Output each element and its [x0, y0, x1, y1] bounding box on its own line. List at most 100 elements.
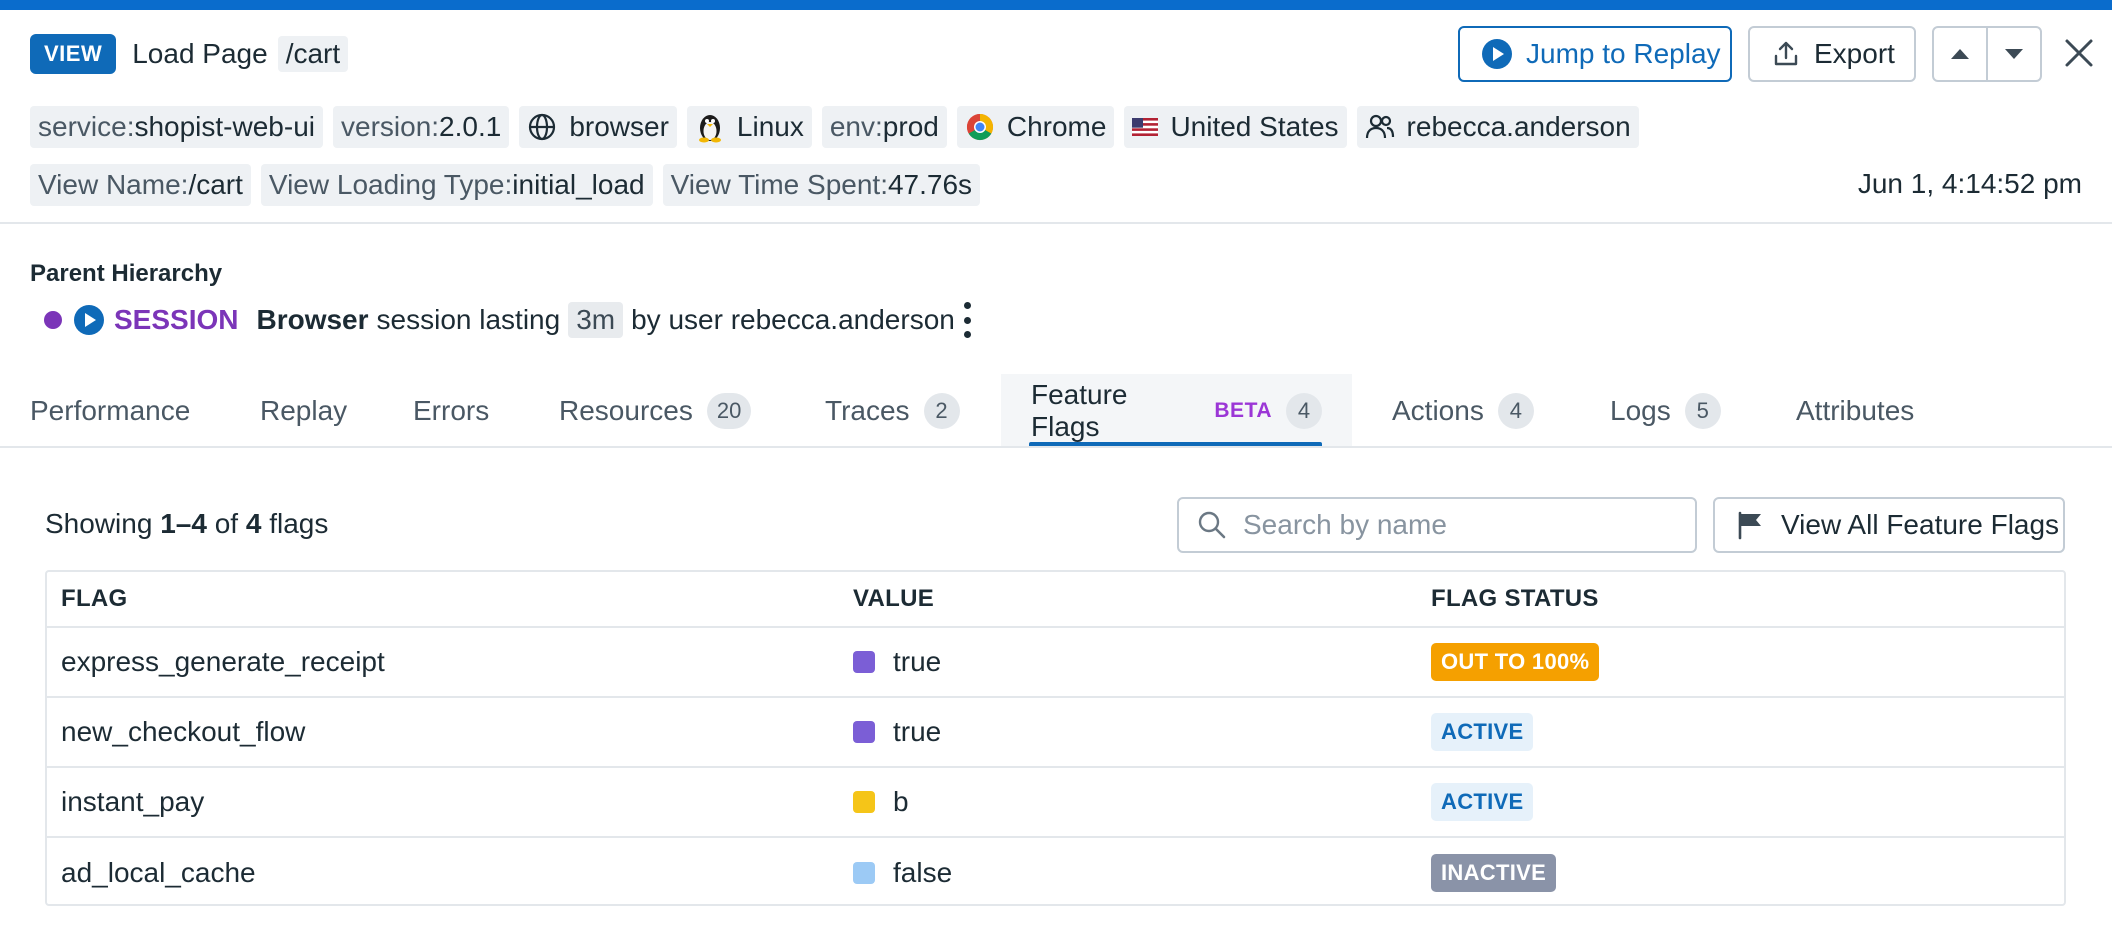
flag-value: false — [893, 857, 953, 888]
upload-icon — [1774, 41, 1798, 66]
tag-view-name[interactable]: View Name:/cart — [30, 164, 251, 206]
event-header: VIEW Load Page /cart — [30, 34, 349, 74]
session-label: SESSION — [114, 304, 239, 335]
tag-env[interactable]: env: prod — [821, 106, 947, 148]
tab-errors[interactable]: Errors — [413, 374, 489, 448]
close-icon[interactable] — [2062, 36, 2096, 70]
tab-label: Traces — [825, 395, 910, 426]
status-badge: ACTIVE — [1431, 713, 1534, 751]
showing-range: 1–4 — [160, 508, 207, 539]
tab-feature-flags[interactable]: Feature Flags BETA 4 — [1001, 374, 1352, 448]
view-badge: VIEW — [30, 34, 117, 74]
column-header-value[interactable]: VALUE — [853, 585, 934, 613]
showing-count: Showing 1–4 of 4 flags — [45, 508, 328, 540]
feature-flags-table: FLAG VALUE FLAG STATUS express_generate_… — [45, 570, 2066, 906]
play-icon[interactable] — [74, 305, 104, 335]
column-header-flag[interactable]: FLAG — [61, 585, 128, 613]
tab-logs[interactable]: Logs 5 — [1610, 374, 1721, 448]
flag-value-cell: true — [853, 716, 941, 748]
parent-session-row[interactable]: SESSION Browser session lasting 3m by us… — [44, 302, 955, 338]
search-icon — [1198, 511, 1226, 539]
tab-performance[interactable]: Performance — [30, 374, 190, 448]
flag-status-cell: INACTIVE — [1431, 854, 1557, 892]
tab-attributes[interactable]: Attributes — [1796, 374, 1914, 448]
tag-version[interactable]: version: 2.0.1 — [333, 106, 510, 148]
context-tags: service: shopist-web-ui version: 2.0.1 bro… — [30, 106, 1639, 148]
flag-name: express_generate_receipt — [61, 646, 385, 677]
tab-label: Logs — [1610, 395, 1671, 426]
value-swatch — [853, 651, 875, 673]
table-row[interactable]: new_checkout_flow true ACTIVE — [47, 698, 2064, 768]
tab-count: 4 — [1497, 393, 1534, 429]
tag-service[interactable]: service: shopist-web-ui — [30, 106, 323, 148]
showing-prefix: Showing — [45, 508, 153, 539]
tab-traces[interactable]: Traces 2 — [825, 374, 960, 448]
tag-user[interactable]: rebecca.anderson — [1356, 106, 1639, 148]
tab-resources[interactable]: Resources 20 — [559, 374, 752, 448]
flag-value: b — [893, 786, 909, 817]
flag-name: new_checkout_flow — [61, 716, 306, 747]
value-swatch — [853, 791, 875, 813]
column-header-status[interactable]: FLAG STATUS — [1431, 585, 1599, 613]
linux-penguin-icon — [695, 111, 725, 143]
table-row[interactable]: instant_pay b ACTIVE — [47, 768, 2064, 838]
more-options-icon[interactable] — [960, 302, 974, 338]
tab-bar-divider — [0, 446, 2112, 448]
status-badge: INACTIVE — [1431, 854, 1557, 892]
previous-event-button[interactable] — [1932, 26, 1988, 82]
tab-label: Replay — [260, 395, 348, 426]
tag-value: prod — [882, 111, 939, 142]
tag-value: rebecca.anderson — [1406, 111, 1631, 142]
tag-key: View Name: — [38, 169, 189, 200]
view-all-feature-flags-button[interactable]: View All Feature Flags — [1713, 497, 2065, 553]
tag-country[interactable]: United States — [1124, 106, 1347, 148]
parent-hierarchy-title: Parent Hierarchy — [30, 260, 223, 287]
tab-count: 4 — [1286, 393, 1322, 429]
tab-count: 2 — [923, 393, 960, 429]
event-title: Load Page — [132, 38, 268, 69]
flag-search-input[interactable] — [1243, 509, 1663, 541]
tag-value: Linux — [736, 111, 804, 142]
tab-label: Feature Flags — [1031, 379, 1128, 442]
tab-bar: Performance Replay Errors Resources 20 Tr… — [0, 374, 2112, 448]
flag-status-cell: ACTIVE — [1431, 713, 1534, 751]
tag-browser[interactable]: browser — [519, 106, 677, 148]
globe-icon — [527, 112, 557, 142]
caret-up-icon — [1951, 49, 1969, 59]
flag-name: ad_local_cache — [61, 857, 256, 888]
tab-replay[interactable]: Replay — [260, 374, 347, 448]
showing-of: of — [214, 508, 239, 539]
next-event-button[interactable] — [1986, 26, 2042, 82]
flag-search-box[interactable] — [1177, 497, 1697, 553]
flag-value: true — [893, 646, 942, 677]
showing-suffix: flags — [269, 508, 329, 539]
event-path: /cart — [277, 36, 349, 72]
table-row[interactable]: express_generate_receipt true OUT TO 100… — [47, 628, 2064, 698]
session-duration: 3m — [568, 302, 624, 338]
tag-value: 2.0.1 — [439, 111, 502, 142]
jump-to-replay-button[interactable]: Jump to Replay — [1458, 26, 1732, 82]
tag-value: initial_load — [512, 169, 645, 200]
session-browser-label: Browser — [256, 304, 369, 335]
session-text: session lasting — [376, 304, 561, 335]
table-row[interactable]: ad_local_cache false INACTIVE — [47, 838, 2064, 904]
tag-value: Chrome — [1006, 111, 1107, 142]
tag-browser-name[interactable]: Chrome — [956, 106, 1115, 148]
tag-view-loading-type[interactable]: View Loading Type: initial_load — [260, 164, 653, 206]
session-user-text: by user rebecca.anderson — [631, 304, 955, 335]
flag-value-cell: b — [853, 786, 909, 818]
table-header: FLAG VALUE FLAG STATUS — [47, 572, 2064, 628]
flag-status-cell: OUT TO 100% — [1431, 643, 1600, 681]
value-swatch — [853, 721, 875, 743]
caret-down-icon — [2005, 49, 2023, 59]
tag-view-time-spent[interactable]: View Time Spent: 47.76s — [662, 164, 981, 206]
session-dot-icon — [44, 311, 62, 329]
header-divider — [0, 222, 2112, 224]
status-badge: ACTIVE — [1431, 783, 1534, 821]
top-accent-bar — [0, 0, 2112, 10]
flag-name: instant_pay — [61, 786, 205, 817]
export-button[interactable]: Export — [1748, 26, 1916, 82]
flag-value: true — [893, 716, 942, 747]
tag-os[interactable]: Linux — [686, 106, 812, 148]
tab-actions[interactable]: Actions 4 — [1392, 374, 1534, 448]
